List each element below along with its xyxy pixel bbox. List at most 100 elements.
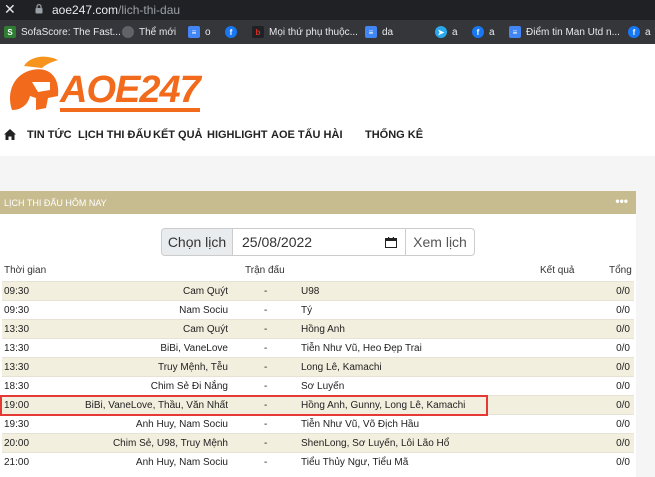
highlight-box <box>0 395 488 416</box>
row-total: 0/0 <box>616 419 630 430</box>
site-logo[interactable]: AOE247 <box>2 52 212 120</box>
globe-icon <box>122 26 134 38</box>
sofascore-icon: S <box>4 26 16 38</box>
b-icon: b <box>252 26 264 38</box>
bookmark-label: a <box>645 26 651 38</box>
row-total: 0/0 <box>616 400 630 411</box>
row-away-team: Long Lê, Kamachi <box>301 362 382 373</box>
nav-stats[interactable]: THỐNG KÊ <box>365 129 423 141</box>
table-row[interactable]: 20:00 Chim Sẻ, U98, Truy Mệnh - ShenLong… <box>2 433 634 452</box>
table-row[interactable]: 09:30 Cam Quýt - U98 0/0 <box>2 281 634 300</box>
row-home-team: Cam Quýt <box>182 324 228 335</box>
url-domain: aoe247.com <box>52 3 119 17</box>
bookmark-diem-tin[interactable]: ≡ Điểm tin Man Utd n... <box>509 25 620 39</box>
bookmark-facebook-2[interactable]: fa <box>472 25 495 39</box>
row-separator: - <box>264 305 268 316</box>
table-row[interactable]: 18:30 Chim Sẻ Đi Nắng - Sơ Luyến 0/0 <box>2 376 634 395</box>
table-row[interactable]: 13:30 BiBi, VaneLove - Tiễn Như Vũ, Heo … <box>2 338 634 357</box>
lock-icon <box>35 4 43 14</box>
close-icon[interactable]: ✕ <box>4 1 16 18</box>
row-home-team: Cam Quýt <box>182 286 228 297</box>
row-time: 13:30 <box>4 362 30 373</box>
row-total: 0/0 <box>616 381 630 392</box>
row-total: 0/0 <box>616 362 630 373</box>
row-time: 13:30 <box>4 324 30 335</box>
nav-schedule[interactable]: LỊCH THI ĐẤU <box>78 129 151 141</box>
row-time: 18:30 <box>4 381 30 392</box>
row-total: 0/0 <box>616 343 630 354</box>
date-value: 25/08/2022 <box>242 234 313 250</box>
bookmark-label: a <box>452 26 458 38</box>
bookmark-da[interactable]: ≡ da <box>365 25 393 39</box>
bookmark-label: Điểm tin Man Utd n... <box>526 26 620 38</box>
table-row[interactable]: 13:30 Cam Quýt - Hồng Anh 0/0 <box>2 319 634 338</box>
bookmark-facebook-3[interactable]: fa <box>628 25 651 39</box>
facebook-icon: f <box>225 26 237 38</box>
row-home-team: BiBi, VaneLove <box>160 343 228 354</box>
row-home-team: Truy Mệnh, Tễu <box>157 362 228 373</box>
row-home-team: Anh Huy, Nam Sociu <box>135 457 228 468</box>
row-time: 19:30 <box>4 419 30 430</box>
telegram-icon: ➤ <box>435 26 447 38</box>
row-total: 0/0 <box>616 324 630 335</box>
table-row[interactable]: 13:30 Truy Mệnh, Tễu - Long Lê, Kamachi … <box>2 357 634 376</box>
nav-aoe-tau-hai[interactable]: AOE TẤU HÀI <box>271 129 343 141</box>
bookmark-the-moi[interactable]: Thể mới <box>122 25 176 39</box>
nav-highlight[interactable]: HIGHLIGHT <box>207 129 268 141</box>
calendar-icon[interactable] <box>385 237 397 248</box>
row-separator: - <box>264 381 268 392</box>
browser-url-bar: ✕ aoe247.com/lich-thi-dau <box>0 0 655 20</box>
table-row[interactable]: 09:30 Nam Sociu - Tý 0/0 <box>2 300 634 319</box>
view-schedule-button[interactable]: Xem lịch <box>405 228 475 256</box>
doc-icon: ≡ <box>188 26 200 38</box>
bookmark-moi-thu[interactable]: b Mọi thứ phụ thuộc... <box>252 25 358 39</box>
row-away-team: Tiểu Thủy Ngư, Tiểu Mã <box>301 457 409 468</box>
header-total: Tổng <box>609 265 632 276</box>
row-home-team: Chim Sẻ Đi Nắng <box>150 381 228 392</box>
row-time: 09:30 <box>4 286 30 297</box>
row-home-team: Anh Huy, Nam Sociu <box>135 419 228 430</box>
row-away-team: Hồng Anh <box>301 324 345 335</box>
bookmark-label: Thể mới <box>139 26 177 38</box>
row-separator: - <box>264 419 268 430</box>
panel-header: LỊCH THI ĐẤU HÔM NAY ••• <box>0 191 636 214</box>
row-total: 0/0 <box>616 438 630 449</box>
bookmark-label: da <box>382 26 394 38</box>
bookmark-label: o <box>205 26 211 38</box>
nav-results[interactable]: KẾT QUẢ <box>153 129 203 141</box>
bookmark-sofascore[interactable]: S SofaScore: The Fast... <box>4 25 121 39</box>
bookmark-telegram[interactable]: ➤ a <box>435 25 458 39</box>
choose-schedule-label: Chọn lịch <box>161 228 233 256</box>
row-time: 13:30 <box>4 343 30 354</box>
home-icon[interactable] <box>4 129 16 140</box>
row-away-team: Tý <box>301 305 313 316</box>
table-row[interactable]: 21:00 Anh Huy, Nam Sociu - Tiểu Thủy Ngư… <box>2 452 634 471</box>
row-separator: - <box>264 324 268 335</box>
row-separator: - <box>264 286 268 297</box>
panel-menu-icon[interactable]: ••• <box>615 194 628 208</box>
row-separator: - <box>264 362 268 373</box>
table-row[interactable]: 19:30 Anh Huy, Nam Sociu - Tiễn Như Vũ, … <box>2 414 634 433</box>
row-time: 21:00 <box>4 457 30 468</box>
row-total: 0/0 <box>616 286 630 297</box>
bookmark-label: SofaScore: The Fast... <box>21 26 121 38</box>
date-input[interactable]: 25/08/2022 <box>232 228 406 256</box>
facebook-icon: f <box>472 26 484 38</box>
panel-title: LỊCH THI ĐẤU HÔM NAY <box>4 198 107 208</box>
bookmark-facebook[interactable]: f <box>225 25 242 39</box>
row-total: 0/0 <box>616 457 630 468</box>
address-field[interactable]: aoe247.com/lich-thi-dau <box>52 3 180 17</box>
nav-news[interactable]: TIN TỨC <box>27 129 72 141</box>
facebook-icon: f <box>628 26 640 38</box>
url-path: /lich-thi-dau <box>118 3 181 17</box>
bookmark-label: Mọi thứ phụ thuộc... <box>269 26 358 38</box>
bookmark-o[interactable]: ≡ o <box>188 25 211 39</box>
row-separator: - <box>264 438 268 449</box>
row-home-team: Nam Sociu <box>179 305 228 316</box>
header-result: Kết quả <box>540 265 575 276</box>
row-away-team: Sơ Luyến <box>301 381 345 392</box>
row-time: 09:30 <box>4 305 30 316</box>
main-nav: TIN TỨC LỊCH THI ĐẤU KẾT QUẢ HIGHLIGHT A… <box>0 124 655 148</box>
bookmark-label: a <box>489 26 495 38</box>
row-away-team: Tiễn Như Vũ, Heo Đẹp Trai <box>301 343 422 354</box>
